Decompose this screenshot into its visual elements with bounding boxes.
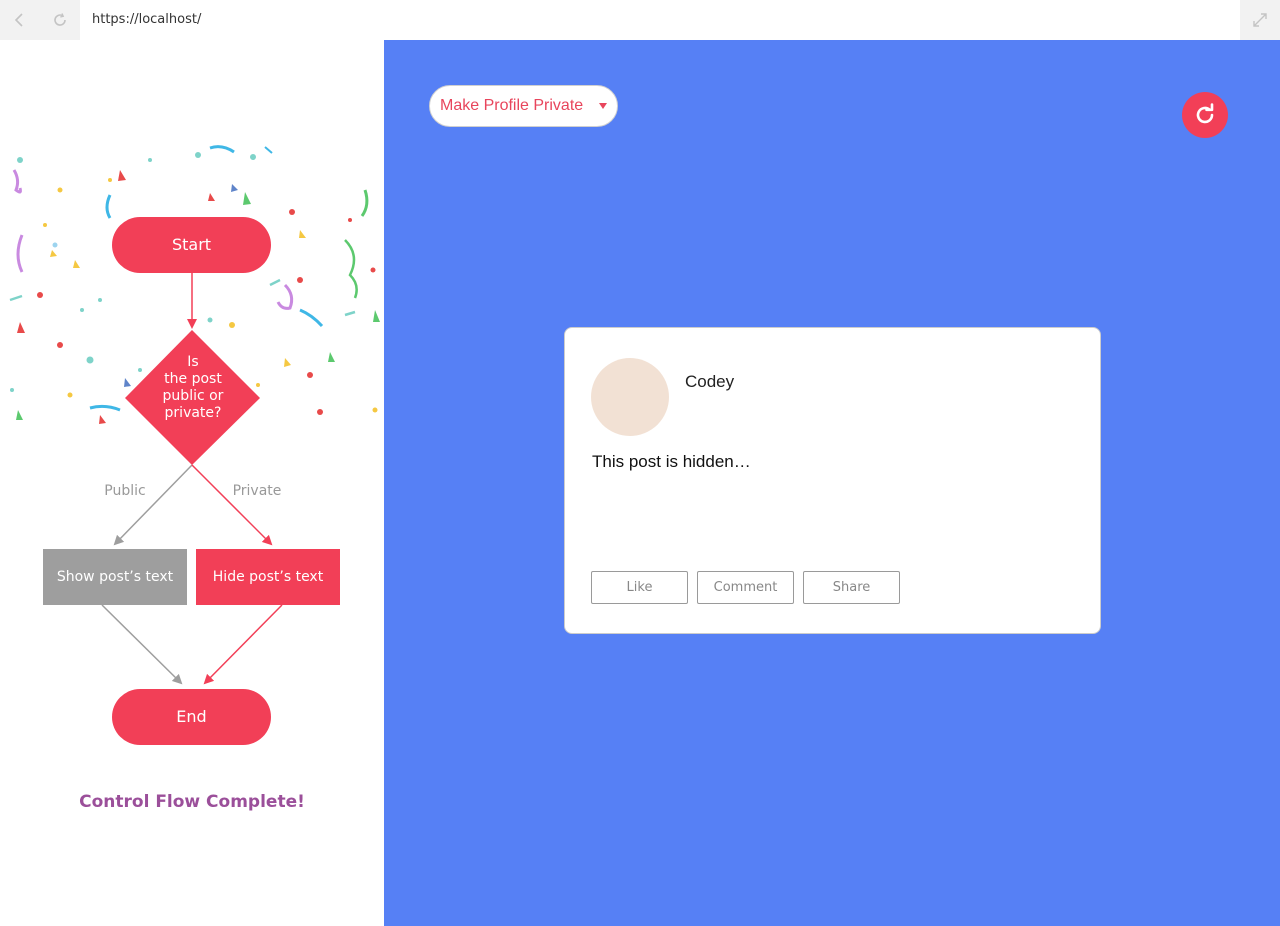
avatar [591, 358, 669, 436]
arrow-hide-to-end [203, 604, 283, 685]
expand-diagonal-icon [1253, 13, 1267, 27]
reload-button[interactable] [40, 0, 80, 40]
arrow-public-branch [113, 464, 193, 546]
nav-buttons [0, 0, 80, 40]
end-node-label: End [176, 707, 207, 726]
share-button[interactable]: Share [803, 571, 900, 604]
show-text-label: Show post’s text [56, 569, 174, 585]
reload-icon [54, 13, 66, 26]
decision-node-label: Is the post public or private? [140, 354, 246, 422]
post-actions: Like Comment Share [591, 571, 909, 604]
hide-text-label: Hide post’s text [212, 569, 324, 585]
app-panel: Make Profile Private Codey This post is … [384, 40, 1280, 926]
back-button[interactable] [0, 0, 40, 40]
privacy-select-value: Make Profile Private [440, 97, 584, 114]
flowchart-panel: Start Is the post public or private? Pub… [0, 40, 384, 926]
branch-public-label: Public [104, 483, 146, 499]
post-card: Codey This post is hidden… Like Comment … [564, 327, 1101, 634]
chevron-left-icon [14, 13, 23, 27]
arrow-show-to-end [101, 604, 183, 685]
decision-line: private? [164, 405, 222, 421]
post-text: This post is hidden… [592, 452, 751, 471]
completion-message: Control Flow Complete! [79, 792, 305, 812]
decision-line: public or [162, 388, 224, 404]
address-bar[interactable]: https://localhost/ [92, 0, 201, 40]
branch-private-label: Private [232, 483, 282, 499]
start-node-label: Start [171, 235, 212, 254]
caret-down-icon [599, 103, 607, 109]
post-username: Codey [685, 372, 735, 391]
expand-button[interactable] [1240, 0, 1280, 40]
privacy-select[interactable]: Make Profile Private [429, 85, 618, 127]
refresh-button[interactable] [1182, 92, 1228, 138]
browser-toolbar: https://localhost/ [0, 0, 1280, 40]
decision-line: the post [164, 371, 222, 387]
decision-line: Is [187, 354, 199, 370]
comment-button[interactable]: Comment [697, 571, 794, 604]
like-button[interactable]: Like [591, 571, 688, 604]
refresh-icon [1196, 103, 1214, 124]
arrow-private-branch [191, 464, 273, 546]
